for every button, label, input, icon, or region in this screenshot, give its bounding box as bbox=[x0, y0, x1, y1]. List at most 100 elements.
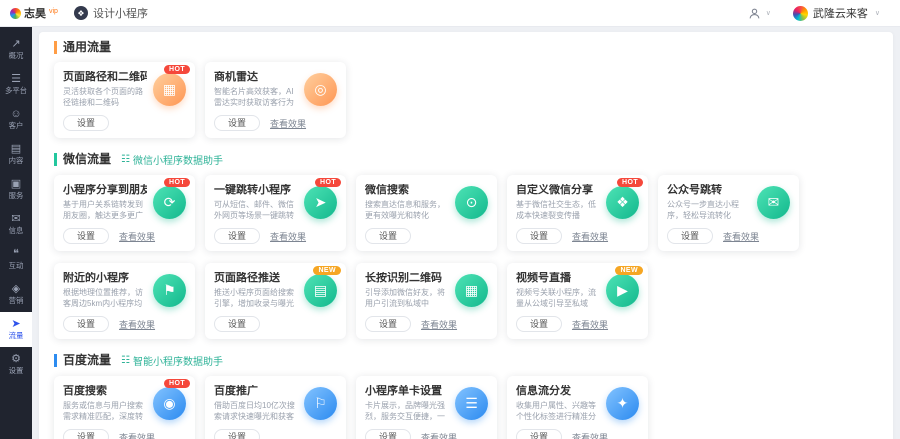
setup-button[interactable]: 设置 bbox=[365, 316, 411, 332]
view-effect-link[interactable]: 查看效果 bbox=[723, 230, 759, 243]
card-main: 一键跳转小程序 可从短信、邮件、微信外网页等场景一键跳转至小程序 ➤ bbox=[214, 184, 337, 226]
setup-button[interactable]: 设置 bbox=[214, 316, 260, 332]
card-description: 推送小程序页面给搜索引擎，增加收录与曝光机会 bbox=[214, 288, 298, 309]
view-effect-link[interactable]: 查看效果 bbox=[119, 318, 155, 331]
official-account-jump-icon: ✉ bbox=[757, 186, 790, 219]
sidebar-item-messages[interactable]: ✉ 信息 bbox=[0, 207, 32, 242]
view-effect-link[interactable]: 查看效果 bbox=[572, 431, 608, 439]
card-footer: 设置 查看效果 bbox=[516, 228, 639, 244]
qrcode-icon: ▦ bbox=[153, 73, 186, 106]
card-footer: 设置 查看效果 bbox=[516, 429, 639, 439]
sidebar-item-label: 互动 bbox=[9, 261, 24, 269]
setup-button[interactable]: 设置 bbox=[63, 228, 109, 244]
topbar-right: ∨ 武隆云来客 ∨ bbox=[748, 5, 890, 21]
view-effect-link[interactable]: 查看效果 bbox=[270, 230, 306, 243]
section-header: 微信流量 ☷ 微信小程序数据助手 bbox=[54, 152, 878, 167]
card-title: 微信搜索 bbox=[365, 184, 449, 197]
card-footer: 设置 查看效果 bbox=[667, 228, 790, 244]
setup-button[interactable]: 设置 bbox=[63, 316, 109, 332]
sidebar-item-marketing[interactable]: ◈ 营销 bbox=[0, 277, 32, 312]
view-effect-link[interactable]: 查看效果 bbox=[270, 117, 306, 130]
brand-logo-text: 志昊 bbox=[24, 5, 46, 21]
card-description: 引导添加微信好友，将用户引流到私域中 bbox=[365, 288, 449, 309]
setup-button[interactable]: 设置 bbox=[516, 316, 562, 332]
traffic-icon: ➤ bbox=[11, 318, 20, 330]
sidebar-item-overview[interactable]: ↗ 概况 bbox=[0, 32, 32, 67]
setup-button[interactable]: 设置 bbox=[516, 228, 562, 244]
feature-card: 微信搜索 搜索直达信息和服务，更有效曝光和转化 ⊙ 设置 bbox=[356, 175, 497, 251]
card-description: 基于微信社交生态，低成本快速裂变传播 bbox=[516, 200, 600, 221]
card-title: 信息流分发 bbox=[516, 385, 600, 398]
view-effect-link[interactable]: 查看效果 bbox=[119, 230, 155, 243]
card-main: 附近的小程序 根据地理位置推荐，访客周边5km内小程序均可展示 ⚑ bbox=[63, 272, 186, 314]
path-push-icon: ▤ bbox=[304, 274, 337, 307]
setup-button[interactable]: 设置 bbox=[667, 228, 713, 244]
card-footer: 设置 查看效果 bbox=[63, 316, 186, 332]
sidebar-item-label: 设置 bbox=[9, 366, 24, 374]
status-badge: HOT bbox=[315, 178, 341, 187]
sidebar-item-customers[interactable]: ☺ 客户 bbox=[0, 102, 32, 137]
card-setting-icon: ☰ bbox=[455, 387, 488, 420]
data-assistant-label: 微信小程序数据助手 bbox=[133, 152, 223, 167]
card-main: 视频号直播 视频号关联小程序，流量从公域引导至私域 ▶ bbox=[516, 272, 639, 314]
setup-button[interactable]: 设置 bbox=[214, 115, 260, 131]
sidebar-item-traffic[interactable]: ➤ 流量 bbox=[0, 312, 32, 347]
brand-logo[interactable]: 志昊 vip bbox=[10, 5, 58, 21]
view-effect-link[interactable]: 查看效果 bbox=[119, 431, 155, 439]
account-menu[interactable]: 武隆云来客 ∨ bbox=[793, 5, 880, 21]
setup-button[interactable]: 设置 bbox=[63, 115, 109, 131]
card-title: 页面路径和二维码 bbox=[63, 71, 147, 84]
setup-button[interactable]: 设置 bbox=[516, 429, 562, 439]
setup-button[interactable]: 设置 bbox=[63, 429, 109, 439]
chevron-down-icon: ∨ bbox=[766, 9, 771, 17]
card-title: 页面路径推送 bbox=[214, 272, 298, 285]
view-effect-link[interactable]: 查看效果 bbox=[421, 318, 457, 331]
baidu-search-icon: ◉ bbox=[153, 387, 186, 420]
custom-share-icon: ❖ bbox=[606, 186, 639, 219]
sidebar-item-content[interactable]: ▤ 内容 bbox=[0, 137, 32, 172]
card-title: 百度搜索 bbox=[63, 385, 147, 398]
services-icon: ▣ bbox=[11, 178, 21, 190]
feature-card: HOT 页面路径和二维码 灵活获取各个页面的路径链接和二维码 ▦ 设置 bbox=[54, 62, 195, 138]
setup-button[interactable]: 设置 bbox=[365, 228, 411, 244]
sidebar-item-label: 客户 bbox=[9, 121, 24, 129]
view-effect-link[interactable]: 查看效果 bbox=[421, 431, 457, 439]
setup-button[interactable]: 设置 bbox=[214, 228, 260, 244]
sidebar-item-platforms[interactable]: ☰ 多平台 bbox=[0, 67, 32, 102]
feature-card: HOT 一键跳转小程序 可从短信、邮件、微信外网页等场景一键跳转至小程序 ➤ 设… bbox=[205, 175, 346, 251]
content-icon: ▤ bbox=[11, 143, 21, 155]
feature-card: 百度推广 借助百度日均10亿次搜索请求快速曝光和获客 ⚐ 设置 bbox=[205, 376, 346, 439]
overview-icon: ↗ bbox=[11, 38, 20, 50]
card-info: 长按识别二维码 引导添加微信好友，将用户引流到私域中 bbox=[365, 272, 449, 314]
view-effect-link[interactable]: 查看效果 bbox=[572, 230, 608, 243]
sidebar-item-services[interactable]: ▣ 服务 bbox=[0, 172, 32, 207]
feature-card: 长按识别二维码 引导添加微信好友，将用户引流到私域中 ▦ 设置 查看效果 bbox=[356, 263, 497, 339]
card-description: 灵活获取各个页面的路径链接和二维码 bbox=[63, 87, 147, 108]
sidebar-item-label: 流量 bbox=[9, 331, 24, 339]
section-header: 百度流量 ☷ 智能小程序数据助手 bbox=[54, 353, 878, 368]
account-name: 武隆云来客 bbox=[813, 5, 868, 21]
card-main: 自定义微信分享 基于微信社交生态，低成本快速裂变传播 ❖ bbox=[516, 184, 639, 226]
sidebar-item-settings[interactable]: ⚙ 设置 bbox=[0, 347, 32, 382]
card-info: 小程序分享到朋友圈 基于用户关系链转发到朋友圈，触达更多更广客户 bbox=[63, 184, 147, 226]
card-title: 公众号跳转 bbox=[667, 184, 751, 197]
card-footer: 设置 查看效果 bbox=[516, 316, 639, 332]
setup-button[interactable]: 设置 bbox=[214, 429, 260, 439]
card-description: 卡片展示，品牌曝光强烈，服务交互便捷，一搜直达 bbox=[365, 401, 449, 422]
card-info: 视频号直播 视频号关联小程序，流量从公域引导至私域 bbox=[516, 272, 600, 314]
card-grid: HOT 页面路径和二维码 灵活获取各个页面的路径链接和二维码 ▦ 设置 商机雷达… bbox=[54, 62, 878, 138]
view-effect-link[interactable]: 查看效果 bbox=[572, 318, 608, 331]
card-info: 百度搜索 服务或信息与用户搜索需求精准匹配，深度转化用户 bbox=[63, 385, 147, 427]
sidebar-item-interaction[interactable]: ❝ 互动 bbox=[0, 242, 32, 277]
card-description: 可从短信、邮件、微信外网页等场景一键跳转至小程序 bbox=[214, 200, 298, 221]
data-assistant-label: 智能小程序数据助手 bbox=[133, 353, 223, 368]
data-assistant-link[interactable]: ☷ 智能小程序数据助手 bbox=[121, 353, 223, 368]
card-title: 小程序分享到朋友圈 bbox=[63, 184, 147, 197]
data-assistant-link[interactable]: ☷ 微信小程序数据助手 bbox=[121, 152, 223, 167]
video-live-icon: ▶ bbox=[606, 274, 639, 307]
user-menu[interactable]: ∨ bbox=[748, 7, 771, 20]
section-title: 百度流量 bbox=[54, 354, 111, 367]
card-footer: 设置 bbox=[214, 429, 337, 439]
setup-button[interactable]: 设置 bbox=[365, 429, 411, 439]
interaction-icon: ❝ bbox=[13, 248, 19, 260]
